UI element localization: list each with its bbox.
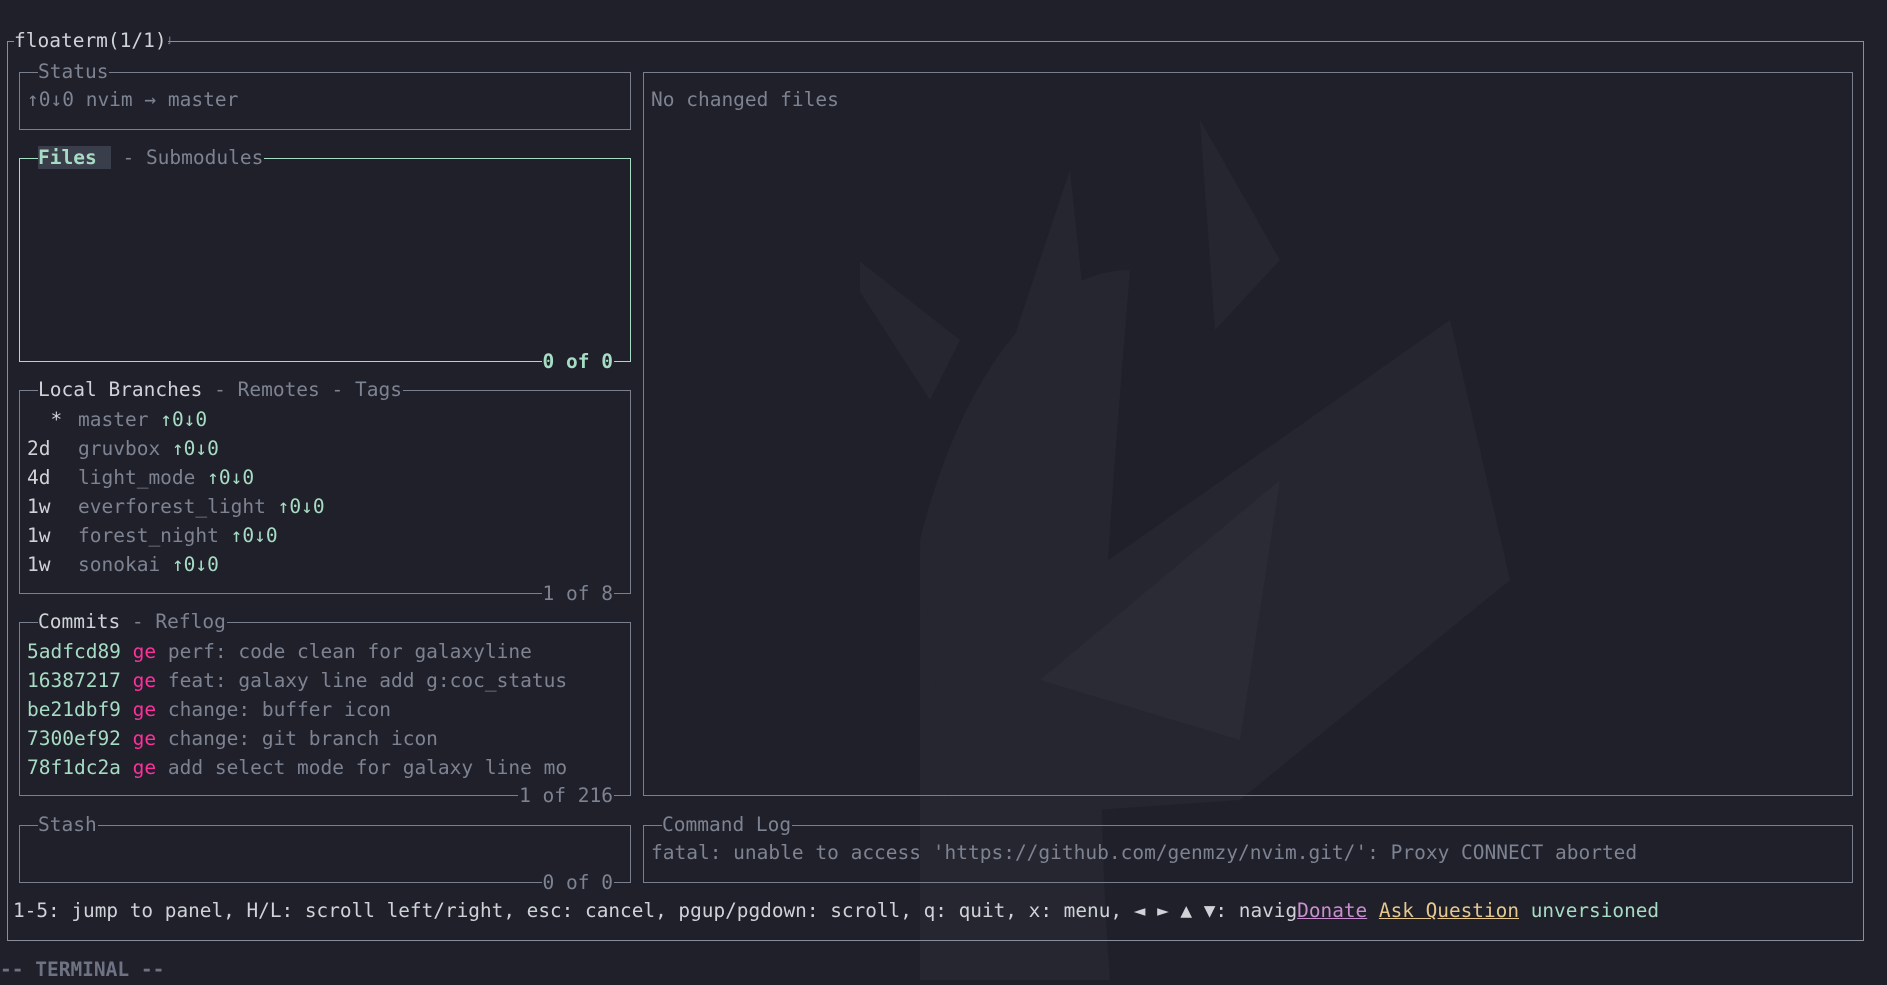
commits-panel[interactable]: Commits - Reflog 5adfcd89 ge perf: code … bbox=[19, 608, 631, 810]
donate-link[interactable]: Donate bbox=[1297, 899, 1367, 922]
commit-hash: 78f1dc2a bbox=[27, 756, 121, 779]
tab-commits[interactable]: Commits bbox=[38, 610, 120, 633]
branches-panel-tabs: Local Branches - Remotes - Tags bbox=[38, 376, 403, 404]
commit-row[interactable]: 7300ef92 ge change: git branch icon bbox=[27, 724, 567, 753]
tab-files[interactable]: Files bbox=[38, 146, 111, 169]
commit-message: perf: code clean for galaxyline bbox=[167, 640, 532, 663]
command-log-text: fatal: unable to access 'https://github.… bbox=[651, 841, 1638, 864]
commit-hash: be21dbf9 bbox=[27, 698, 121, 721]
commit-row[interactable]: be21dbf9 ge change: buffer icon bbox=[27, 695, 567, 724]
commit-message: feat: galaxy line add g:coc_status bbox=[167, 669, 568, 692]
main-panel-text: No changed files bbox=[651, 88, 839, 111]
status-text: ↑0↓0 nvim → master bbox=[27, 88, 239, 111]
tab-remotes[interactable]: Remotes bbox=[238, 378, 320, 401]
footer-bar: 1-5: jump to panel, H/L: scroll left/rig… bbox=[13, 896, 1659, 925]
ask-question-link[interactable]: Ask Question bbox=[1379, 899, 1519, 922]
branches-counter: 1 of 8 bbox=[541, 580, 614, 608]
keybinding-help: 1-5: jump to panel, H/L: scroll left/rig… bbox=[13, 899, 1298, 922]
commit-author: ge bbox=[132, 727, 157, 750]
branch-row[interactable]: 1w sonokai ↑0↓0 bbox=[27, 550, 325, 579]
terminal-mode-indicator: -- TERMINAL -- bbox=[0, 958, 165, 981]
commit-author: ge bbox=[132, 756, 157, 779]
commit-hash: 5adfcd89 bbox=[27, 640, 121, 663]
commit-list: 5adfcd89 ge perf: code clean for galaxyl… bbox=[27, 637, 567, 782]
command-log-title: Command Log bbox=[662, 811, 793, 839]
commits-panel-tabs: Commits - Reflog bbox=[38, 608, 227, 636]
floaterm-title: floaterm(1/1) bbox=[14, 27, 168, 55]
commit-hash: 7300ef92 bbox=[27, 727, 121, 750]
commit-row[interactable]: 5adfcd89 ge perf: code clean for galaxyl… bbox=[27, 637, 567, 666]
files-counter: 0 of 0 bbox=[541, 348, 614, 376]
command-log-panel: Command Log fatal: unable to access 'htt… bbox=[643, 811, 1853, 883]
branch-row[interactable]: 1w everforest_light ↑0↓0 bbox=[27, 492, 325, 521]
branch-row[interactable]: * master ↑0↓0 bbox=[27, 405, 325, 434]
branch-list: * master ↑0↓0 2d gruvbox ↑0↓0 4d light_mode… bbox=[27, 405, 325, 579]
branches-panel[interactable]: Local Branches - Remotes - Tags * master … bbox=[19, 376, 631, 608]
commit-message: change: buffer icon bbox=[167, 698, 391, 721]
commit-author: ge bbox=[132, 698, 157, 721]
commit-message: change: git branch icon bbox=[167, 727, 438, 750]
tab-submodules[interactable]: Submodules bbox=[146, 146, 263, 169]
commit-row[interactable]: 16387217 ge feat: galaxy line add g:coc_… bbox=[27, 666, 567, 695]
tab-tags[interactable]: Tags bbox=[355, 378, 402, 401]
branch-row[interactable]: 4d light_mode ↑0↓0 bbox=[27, 463, 325, 492]
commit-author: ge bbox=[132, 640, 157, 663]
files-panel[interactable]: Files - Submodules 0 of 0 bbox=[19, 144, 631, 376]
files-panel-tabs: Files - Submodules bbox=[38, 144, 265, 172]
branch-row[interactable]: 1w forest_night ↑0↓0 bbox=[27, 521, 325, 550]
commits-counter: 1 of 216 bbox=[518, 782, 614, 810]
commit-hash: 16387217 bbox=[27, 669, 121, 692]
main-panel[interactable]: No changed files bbox=[643, 72, 1853, 796]
stash-panel[interactable]: Stash 0 of 0 bbox=[19, 811, 631, 897]
commit-message: add select mode for galaxy line mo bbox=[167, 756, 568, 779]
commit-row[interactable]: 78f1dc2a ge add select mode for galaxy l… bbox=[27, 753, 567, 782]
branch-row[interactable]: 2d gruvbox ↑0↓0 bbox=[27, 434, 325, 463]
stash-counter: 0 of 0 bbox=[541, 869, 614, 897]
current-branch-marker: * bbox=[50, 408, 63, 431]
tab-local-branches[interactable]: Local Branches bbox=[38, 378, 202, 401]
tab-reflog[interactable]: Reflog bbox=[155, 610, 225, 633]
version-label: unversioned bbox=[1530, 899, 1660, 922]
status-panel-title: Status bbox=[38, 58, 110, 86]
commit-author: ge bbox=[132, 669, 157, 692]
status-panel[interactable]: Status ↑0↓0 nvim → master bbox=[19, 58, 631, 130]
stash-panel-title: Stash bbox=[38, 811, 98, 839]
